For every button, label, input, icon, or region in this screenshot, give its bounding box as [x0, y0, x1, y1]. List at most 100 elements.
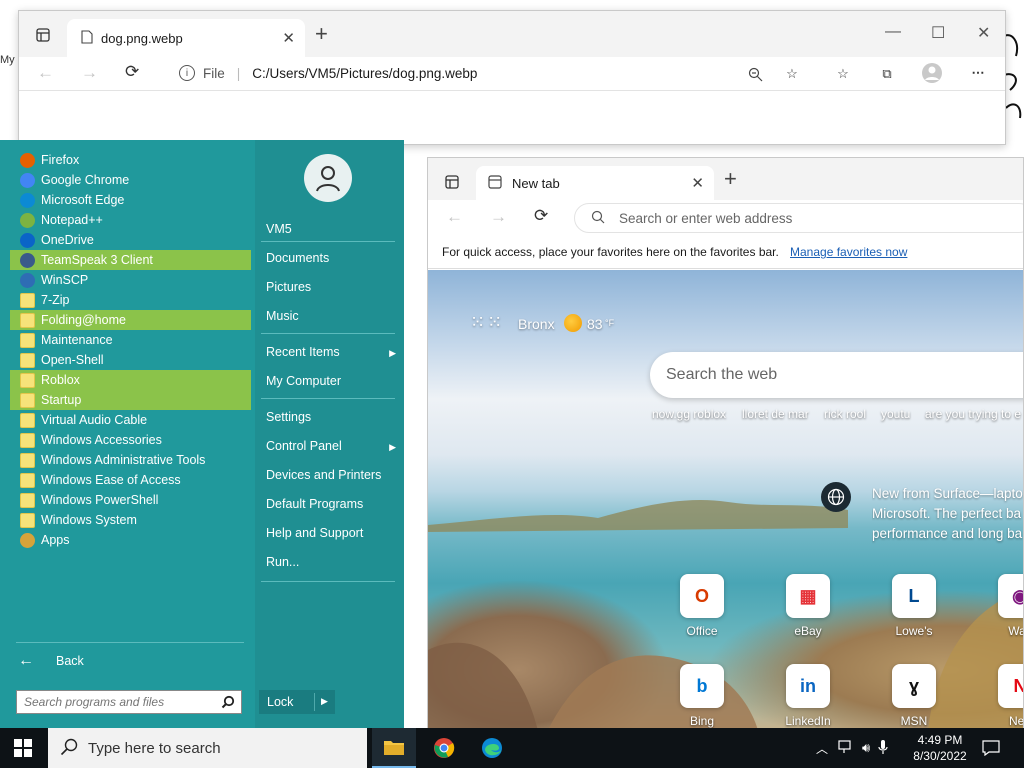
- tile-label: LinkedIn: [785, 714, 831, 728]
- network-icon[interactable]: [838, 739, 854, 757]
- program-item[interactable]: Windows Accessories: [10, 430, 251, 450]
- tab-dog[interactable]: dog.png.webp ✕: [67, 19, 305, 57]
- places-item[interactable]: Default Programs: [266, 497, 396, 511]
- program-item[interactable]: Google Chrome: [10, 170, 251, 190]
- program-item[interactable]: Maintenance: [10, 330, 251, 350]
- tile[interactable]: ɣ: [892, 664, 936, 708]
- tile[interactable]: O: [680, 574, 724, 618]
- program-item[interactable]: Windows System: [10, 510, 251, 530]
- places-label: Settings: [266, 410, 312, 424]
- back-button[interactable]: ← Back: [18, 652, 84, 670]
- places-item[interactable]: Settings: [266, 410, 396, 424]
- start-search-input[interactable]: [24, 692, 220, 712]
- places-item[interactable]: Documents: [266, 251, 396, 265]
- refresh-icon[interactable]: ⟳: [125, 62, 139, 82]
- program-label: Maintenance: [41, 333, 113, 347]
- quick-link[interactable]: are you trying to e: [925, 407, 1021, 421]
- taskbar-search[interactable]: Type here to search: [48, 728, 367, 768]
- globe-icon[interactable]: [821, 482, 851, 512]
- add-favorite-icon[interactable]: ☆: [781, 63, 803, 85]
- program-item[interactable]: Apps: [10, 530, 251, 550]
- edge-icon[interactable]: [470, 728, 514, 768]
- tile[interactable]: b: [680, 664, 724, 708]
- clock[interactable]: 4:49 PM 8/30/2022: [911, 728, 969, 768]
- forward-arrow-icon[interactable]: →: [81, 63, 98, 83]
- user-avatar[interactable]: [304, 154, 352, 202]
- close-tab-icon[interactable]: ✕: [282, 29, 295, 47]
- places-item[interactable]: Help and Support: [266, 526, 396, 540]
- tile[interactable]: N: [998, 664, 1023, 708]
- places-item[interactable]: Run...: [266, 555, 396, 569]
- start-search-box[interactable]: [16, 690, 242, 714]
- program-item[interactable]: Open-Shell: [10, 350, 251, 370]
- places-label: Documents: [266, 251, 330, 265]
- program-item[interactable]: Folding@home: [10, 310, 251, 330]
- places-item[interactable]: Devices and Printers: [266, 468, 396, 482]
- places-item[interactable]: Pictures: [266, 280, 396, 294]
- address-bar[interactable]: i File | C:/Users/VM5/Pictures/dog.png.w…: [179, 65, 477, 81]
- places-item[interactable]: My Computer: [266, 374, 396, 388]
- tile[interactable]: ▦: [786, 574, 830, 618]
- manage-favorites-link[interactable]: Manage favorites now: [790, 245, 907, 259]
- program-item[interactable]: Windows Ease of Access: [10, 470, 251, 490]
- places-item[interactable]: VM5: [266, 222, 396, 236]
- refresh-icon[interactable]: ⟳: [534, 206, 548, 226]
- tab-new-tab[interactable]: New tab ✕: [476, 166, 714, 200]
- volume-icon[interactable]: 🔊︎: [862, 740, 870, 756]
- windows-start-icon[interactable]: [14, 739, 32, 760]
- collections-icon[interactable]: ⧉: [876, 63, 898, 85]
- favorites-icon[interactable]: ☆: [832, 63, 854, 85]
- close-window-icon[interactable]: ✕: [977, 23, 990, 43]
- news-teaser[interactable]: New from Surface—lapto Microsoft. The pe…: [872, 484, 1023, 546]
- lock-button[interactable]: Lock ▶: [259, 690, 335, 714]
- submenu-arrow-icon: ▶: [389, 442, 396, 452]
- file-explorer-icon[interactable]: [372, 728, 416, 768]
- program-item[interactable]: Startup: [10, 390, 251, 410]
- program-item[interactable]: Microsoft Edge: [10, 190, 251, 210]
- program-item[interactable]: Firefox: [10, 150, 251, 170]
- program-item[interactable]: Windows PowerShell: [10, 490, 251, 510]
- show-hidden-icons-icon[interactable]: ︿: [816, 740, 828, 757]
- program-item[interactable]: Notepad++: [10, 210, 251, 230]
- quick-link[interactable]: lloret de mar: [742, 407, 809, 421]
- new-tab-button[interactable]: +: [724, 166, 737, 192]
- quick-link[interactable]: youtu: [881, 407, 910, 421]
- weather-location[interactable]: Bronx: [518, 316, 555, 332]
- tile-label: Netf: [1008, 714, 1023, 728]
- web-search-box[interactable]: Search the web: [650, 352, 1023, 398]
- profile-icon[interactable]: [921, 62, 943, 84]
- quick-link[interactable]: now.gg roblox: [652, 407, 726, 421]
- places-item[interactable]: Music: [266, 309, 396, 323]
- quick-link[interactable]: rick rool: [824, 407, 866, 421]
- tile[interactable]: in: [786, 664, 830, 708]
- places-item[interactable]: Recent Items ▶: [266, 345, 396, 359]
- forward-arrow-icon[interactable]: →: [490, 207, 507, 227]
- program-item[interactable]: WinSCP: [10, 270, 251, 290]
- program-item[interactable]: Windows Administrative Tools: [10, 450, 251, 470]
- chrome-icon[interactable]: [422, 728, 466, 768]
- places-item[interactable]: Control Panel ▶: [266, 439, 396, 453]
- more-icon[interactable]: ⋯: [967, 62, 989, 84]
- program-item[interactable]: Virtual Audio Cable: [10, 410, 251, 430]
- back-arrow-icon[interactable]: ←: [37, 63, 54, 83]
- program-item[interactable]: OneDrive: [10, 230, 251, 250]
- program-item[interactable]: Roblox: [10, 370, 251, 390]
- zoom-icon[interactable]: [744, 63, 766, 85]
- minimize-icon[interactable]: —: [885, 23, 901, 41]
- new-tab-button[interactable]: +: [315, 21, 328, 47]
- maximize-icon[interactable]: ☐: [931, 23, 945, 43]
- address-bar[interactable]: Search or enter web address: [574, 203, 1023, 233]
- close-tab-icon[interactable]: ✕: [691, 174, 704, 192]
- microphone-icon[interactable]: [878, 739, 888, 758]
- notification-icon[interactable]: [982, 728, 1000, 768]
- places-separator: [261, 241, 395, 242]
- tile[interactable]: ◉: [998, 574, 1023, 618]
- tab-actions-icon[interactable]: [31, 23, 55, 47]
- apps-grid-icon[interactable]: ⁙⁙: [470, 312, 504, 333]
- tab-actions-icon[interactable]: [440, 170, 464, 194]
- program-item[interactable]: TeamSpeak 3 Client: [10, 250, 251, 270]
- program-item[interactable]: 7-Zip: [10, 290, 251, 310]
- tile[interactable]: L: [892, 574, 936, 618]
- back-arrow-icon[interactable]: ←: [446, 207, 463, 227]
- lock-options-arrow-icon[interactable]: ▶: [321, 696, 328, 707]
